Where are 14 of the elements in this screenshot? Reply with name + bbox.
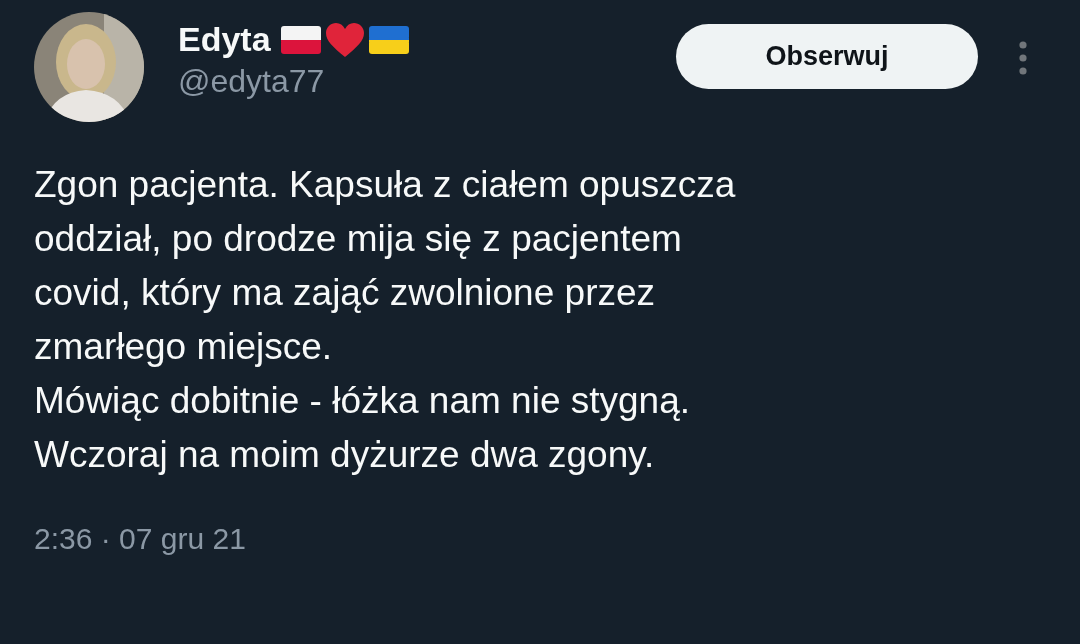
flag-icon xyxy=(280,25,321,54)
more-options-icon[interactable] xyxy=(1018,40,1028,76)
tweet-text-line: oddział, po drodze mija się z pacjentem xyxy=(34,217,683,261)
tweet-text-line: Mówiąc dobitnie - łóżka nam nie stygną. xyxy=(34,379,692,423)
tweet-text-line: covid, który ma zająć zwolnione przez xyxy=(34,271,657,315)
follow-button[interactable]: Obserwuj xyxy=(676,24,978,89)
author-handle: @edyta77 xyxy=(178,63,326,100)
flag-icon xyxy=(368,25,409,54)
tweet-text-line: Wczoraj na moim dyżurze dwa zgony. xyxy=(34,433,656,477)
tweet-text-line: zmarłego miejsce. xyxy=(34,325,334,369)
heart-icon xyxy=(324,21,365,58)
tweet-text-line: Zgon pacjenta. Kapsuła z ciałem opuszcza xyxy=(34,163,737,207)
timestamp: 2:36 · 07 gru 21 xyxy=(34,522,247,556)
author-name: Edyta xyxy=(178,20,271,59)
